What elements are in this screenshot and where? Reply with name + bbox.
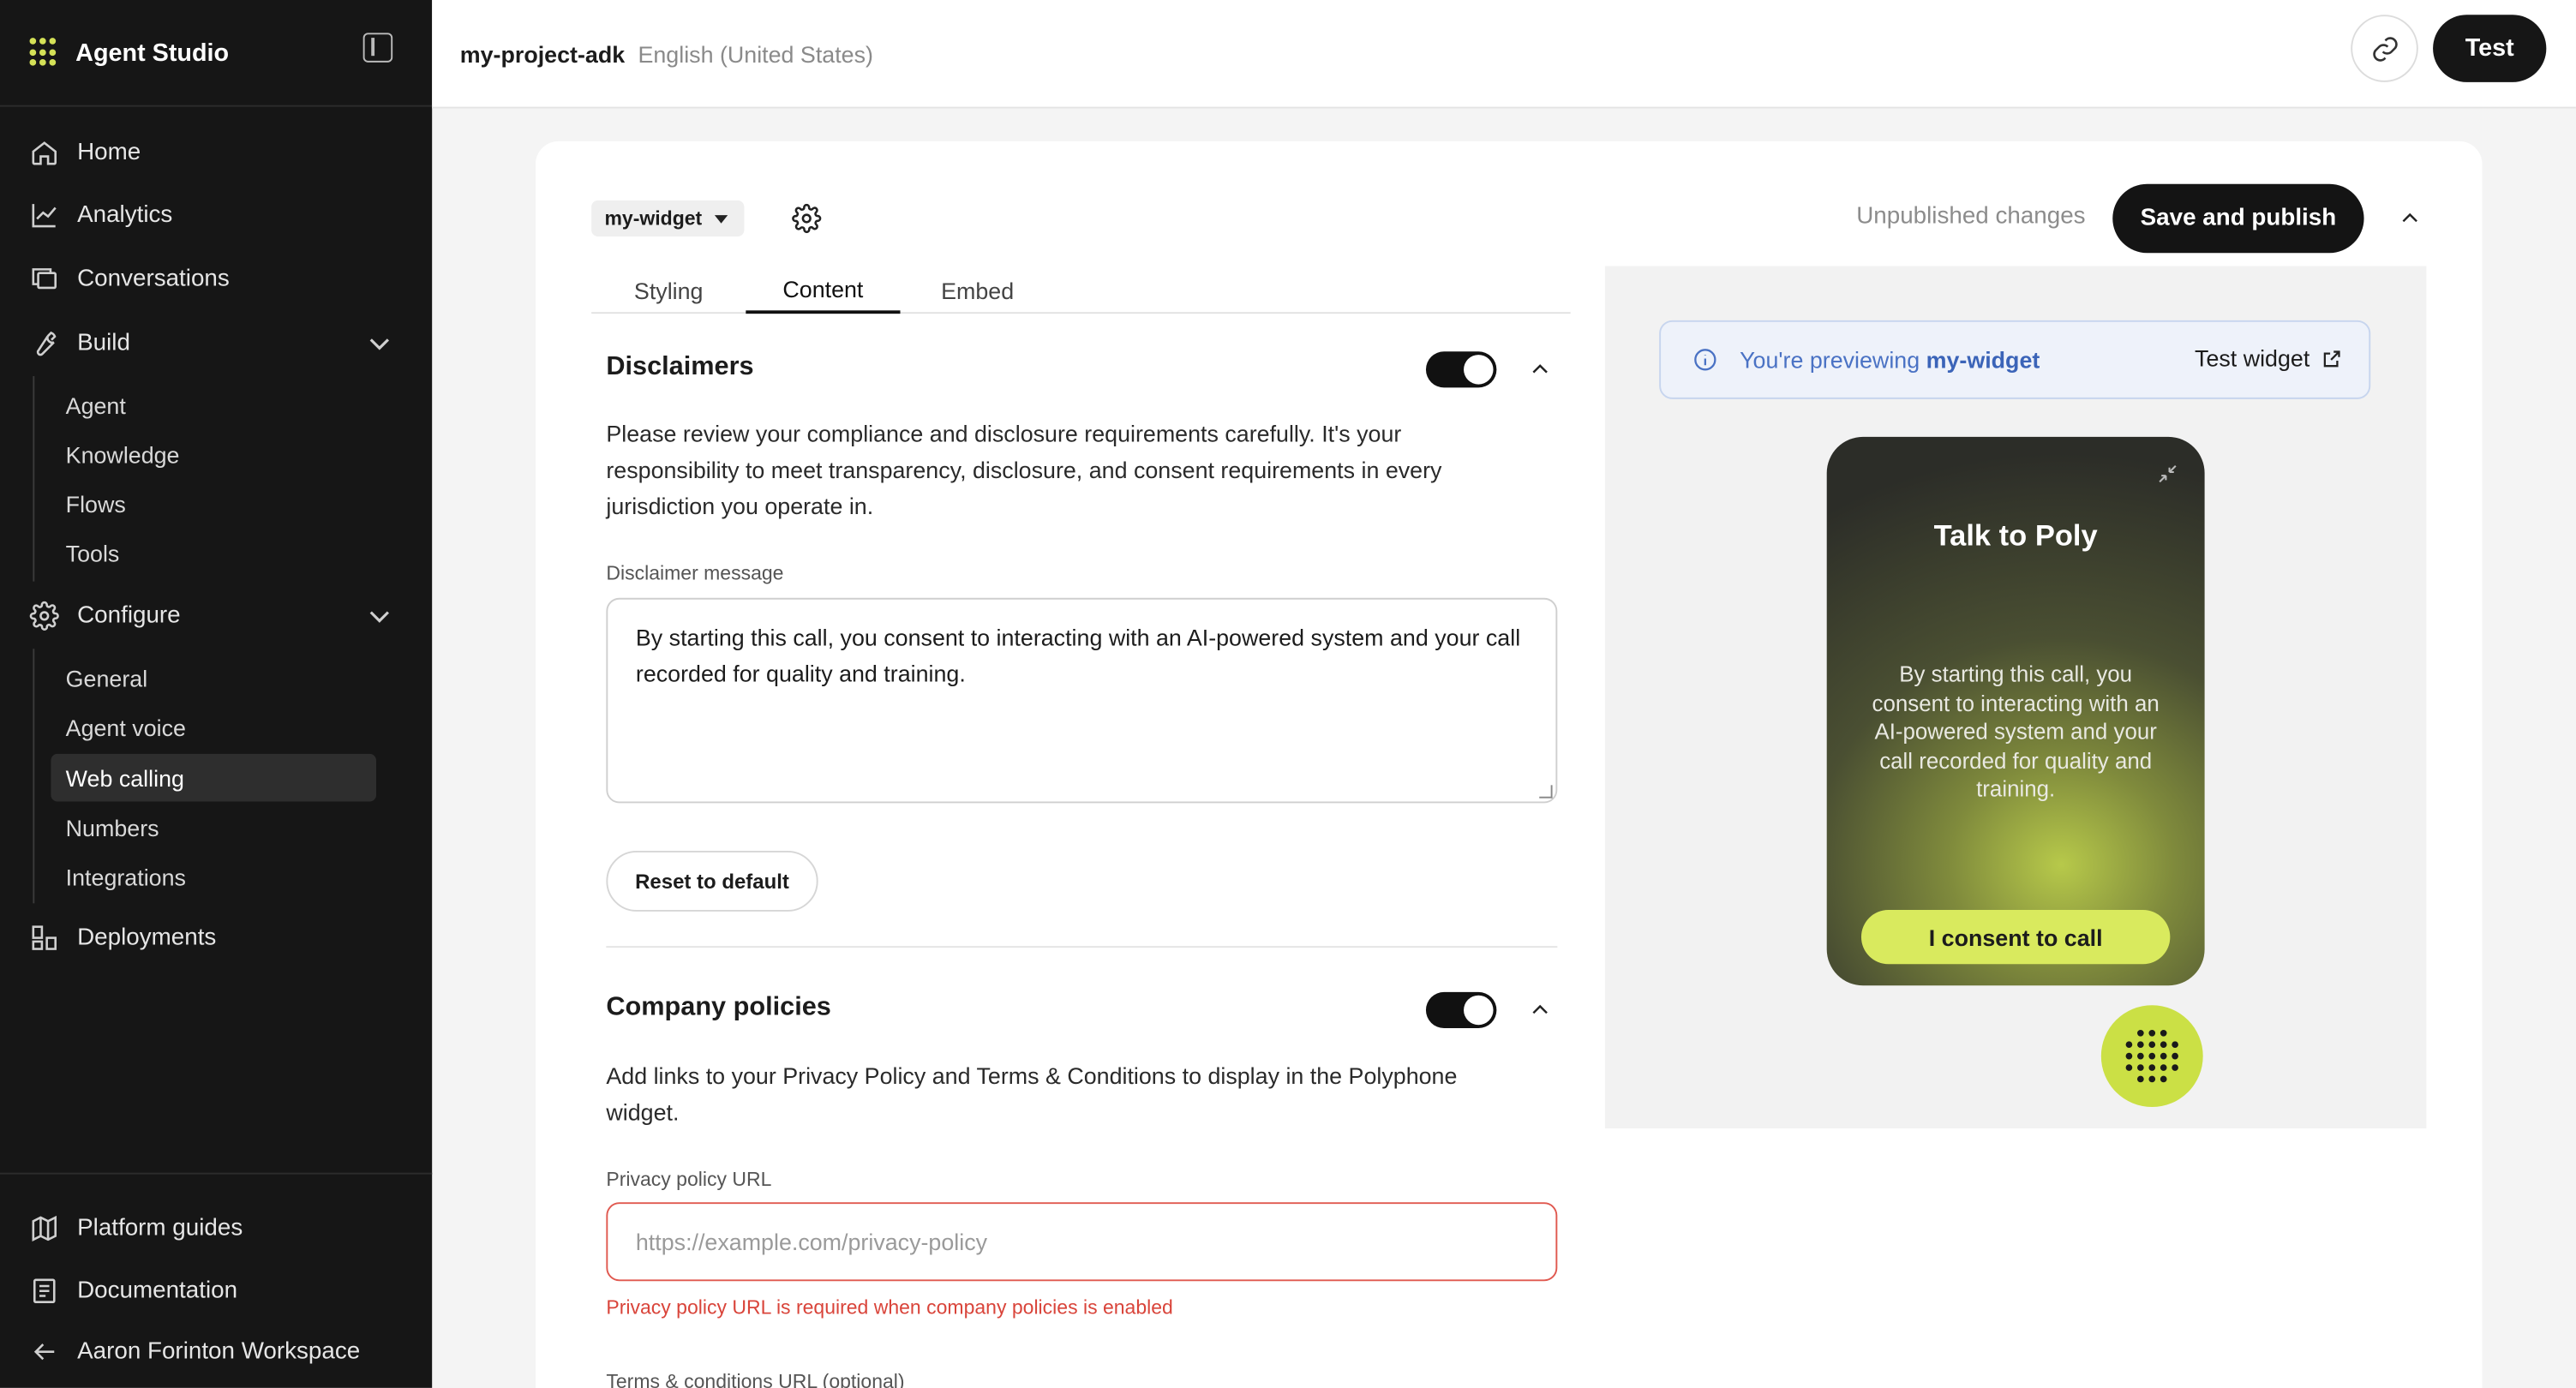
disclaimers-title: Disclaimers <box>606 353 754 381</box>
phone-title: Talk to Poly <box>1933 518 2098 553</box>
sidebar-item-documentation[interactable]: Documentation <box>30 1268 238 1314</box>
sidebar-item-home[interactable]: Home <box>30 129 141 176</box>
privacy-policy-error: Privacy policy URL is required when comp… <box>606 1295 1173 1319</box>
disclaimer-message-label: Disclaimer message <box>606 561 784 585</box>
sidebar-item-flows[interactable]: Flows <box>51 480 376 528</box>
sidebar-item-label: Platform guides <box>77 1215 243 1242</box>
configure-submenu: General Agent voice Web calling Numbers … <box>33 649 376 904</box>
disclaimer-message-textarea[interactable]: By starting this call, you consent to in… <box>606 597 1558 804</box>
section-divider <box>606 946 1558 948</box>
disclaimers-description: Please review your compliance and disclo… <box>606 420 1442 519</box>
sidebar-item-knowledge[interactable]: Knowledge <box>51 430 376 478</box>
sidebar-item-analytics[interactable]: Analytics <box>30 192 173 238</box>
preview-info-banner: You're previewing my-widget Test widget <box>1659 320 2371 399</box>
sidebar-item-label: Build <box>77 330 130 356</box>
sidebar-item-label: Deployments <box>77 924 217 951</box>
chevron-up-icon[interactable] <box>1528 358 1553 381</box>
deployments-icon <box>30 923 60 953</box>
company-policies-description: Add links to your Privacy Policy and Ter… <box>606 1062 1458 1126</box>
phone-disclaimer-message: By starting this call, you consent to in… <box>1872 661 2160 803</box>
chevron-down-icon[interactable] <box>365 328 395 358</box>
disclaimer-message-value: By starting this call, you consent to in… <box>635 624 1521 687</box>
tab-content[interactable]: Content <box>746 266 901 314</box>
sidebar-item-tools[interactable]: Tools <box>51 529 376 577</box>
resize-handle-icon[interactable] <box>1539 785 1553 799</box>
sidebar-item-integrations[interactable]: Integrations <box>51 853 376 900</box>
poly-logo-icon <box>2125 1029 2178 1083</box>
arrow-left-icon <box>30 1337 60 1367</box>
widget-selector-value: my-widget <box>604 206 703 230</box>
sidebar-item-conversations[interactable]: Conversations <box>30 256 230 302</box>
privacy-policy-input[interactable]: https://example.com/privacy-policy <box>606 1202 1558 1282</box>
build-submenu: Agent Knowledge Flows Tools <box>33 375 179 582</box>
sidebar-bottom <box>0 1172 433 1175</box>
home-icon <box>30 138 60 168</box>
widget-preview-panel: You're previewing my-widget Test widget … <box>1604 266 2427 1128</box>
tab-styling[interactable]: Styling <box>591 266 746 314</box>
gear-icon <box>29 601 60 631</box>
sidebar-item-deployments[interactable]: Deployments <box>30 915 217 961</box>
chevron-up-icon[interactable] <box>1528 999 1553 1022</box>
sidebar-item-label: Configure <box>77 602 181 630</box>
wrench-icon <box>30 328 60 358</box>
consent-to-call-button[interactable]: I consent to call <box>1860 910 2171 965</box>
sidebar-item-label: Aaron Forinton Workspace <box>77 1338 361 1366</box>
document-icon <box>30 1277 60 1307</box>
map-icon <box>30 1214 60 1244</box>
caret-down-icon <box>715 214 728 223</box>
project-name[interactable]: my-project-adk <box>460 40 625 67</box>
chevron-down-icon[interactable] <box>365 601 395 631</box>
sidebar-item-web-calling[interactable]: Web calling <box>51 753 376 802</box>
project-language: English (United States) <box>638 39 873 67</box>
sidebar-item-configure[interactable]: Configure <box>29 593 395 639</box>
sidebar-item-agent[interactable]: Agent <box>51 381 376 429</box>
privacy-policy-label: Privacy policy URL <box>606 1167 772 1191</box>
disclaimers-toggle[interactable] <box>1425 351 1497 388</box>
company-policies-title: Company policies <box>606 993 831 1022</box>
widget-launcher-button[interactable] <box>2100 1005 2203 1108</box>
info-icon <box>1694 349 1716 371</box>
terms-url-label: Terms & conditions URL (optional) <box>606 1369 905 1388</box>
sidebar-item-build[interactable]: Build <box>30 320 395 367</box>
sidebar-item-label: Home <box>77 139 141 166</box>
preview-info-text: You're previewing my-widget <box>1740 346 2040 374</box>
chat-bubbles-icon <box>30 265 60 295</box>
agent-studio-logo-icon <box>29 38 60 68</box>
editor-tabs: Styling Content Embed <box>591 266 1571 314</box>
company-policies-toggle[interactable] <box>1425 991 1497 1029</box>
link-icon <box>2372 36 2397 61</box>
widget-selector[interactable]: my-widget <box>591 200 746 237</box>
sidebar-item-numbers[interactable]: Numbers <box>51 803 376 851</box>
test-button[interactable]: Test <box>2433 15 2547 82</box>
sidebar-item-general[interactable]: General <box>51 654 376 702</box>
test-widget-link[interactable]: Test widget <box>2195 345 2343 371</box>
publish-status: Unpublished changes <box>1856 203 2086 230</box>
preview-widget-name: my-widget <box>1926 346 2040 374</box>
widget-preview-phone: Talk to Poly By starting this call, you … <box>1826 436 2205 986</box>
sidebar-item-agent-voice[interactable]: Agent voice <box>51 703 376 751</box>
sidebar-item-label: Documentation <box>77 1277 238 1305</box>
collapse-sidebar-icon[interactable] <box>362 33 393 63</box>
privacy-policy-placeholder: https://example.com/privacy-policy <box>635 1228 988 1255</box>
brand-title: Agent Studio <box>75 39 230 67</box>
copy-link-button[interactable] <box>2351 15 2418 82</box>
reset-to-default-button[interactable]: Reset to default <box>606 851 818 912</box>
tab-embed[interactable]: Embed <box>901 266 1055 314</box>
sidebar-item-platform-guides[interactable]: Platform guides <box>30 1206 243 1252</box>
chevron-up-icon[interactable] <box>2397 207 2423 230</box>
sidebar: Agent Studio Home Analytics Conversation… <box>0 0 433 1388</box>
sidebar-item-label: Analytics <box>77 201 173 229</box>
save-and-publish-button[interactable]: Save and publish <box>2112 183 2364 254</box>
minimize-icon[interactable] <box>2157 464 2178 485</box>
chart-line-icon <box>30 200 60 230</box>
sidebar-item-label: Conversations <box>77 266 230 293</box>
sidebar-item-workspace[interactable]: Aaron Forinton Workspace <box>30 1329 361 1375</box>
widget-editor-card: my-widget Unpublished changes Save and p… <box>535 141 2483 1388</box>
top-bar: my-project-adk English (United States) <box>432 0 2576 109</box>
widget-settings-gear-icon[interactable] <box>792 203 822 234</box>
external-link-icon <box>2323 350 2340 367</box>
